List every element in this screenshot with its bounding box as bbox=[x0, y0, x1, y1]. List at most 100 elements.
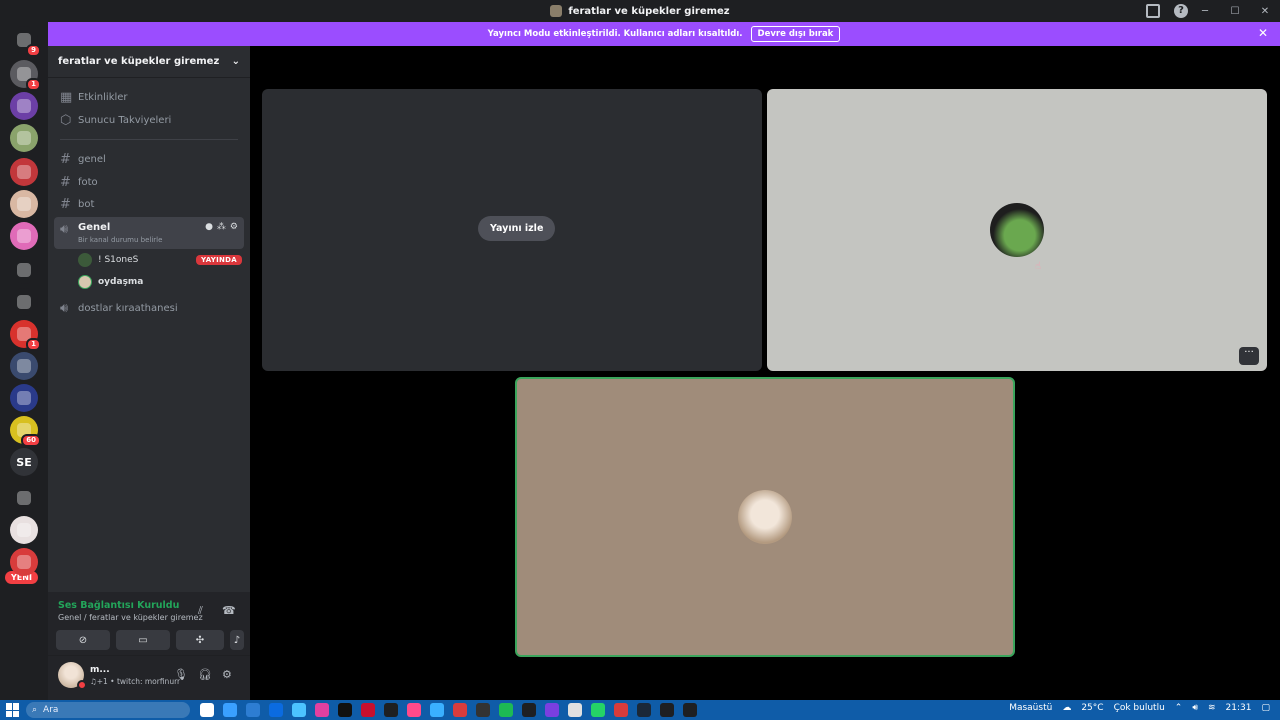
server-header[interactable]: feratlar ve küpekler giremez ⌄ bbox=[48, 46, 250, 78]
weather-temp[interactable]: 25°C bbox=[1081, 703, 1103, 713]
guild-server-9[interactable]: 1 bbox=[10, 320, 41, 351]
noise-suppression-icon[interactable]: ⫽ bbox=[198, 604, 203, 618]
guild-server-6[interactable] bbox=[10, 222, 38, 250]
banner-close-icon[interactable]: ✕ bbox=[1258, 26, 1268, 40]
menu-events[interactable]: ▦ Etkinlikler bbox=[54, 86, 244, 108]
taskbar-app-icon[interactable] bbox=[384, 703, 398, 717]
channel-genel[interactable]: # genel bbox=[54, 148, 244, 170]
screen-share-button[interactable]: ▭ bbox=[116, 630, 170, 650]
guild-server-se[interactable]: SE bbox=[10, 448, 38, 476]
channel-status-input[interactable]: Bir kanal durumu belirle bbox=[78, 236, 162, 244]
activities-button[interactable]: ✣ bbox=[176, 630, 224, 650]
voice-location[interactable]: Genel / feratlar ve küpekler giremez bbox=[58, 613, 203, 622]
wifi-icon[interactable]: ≋ bbox=[1208, 703, 1216, 713]
guild-server-14[interactable] bbox=[10, 484, 38, 512]
watch-stream-button[interactable]: Yayını izle bbox=[478, 216, 556, 241]
guild-server-12[interactable]: 60 bbox=[10, 416, 41, 447]
camera-button[interactable]: ⊘ bbox=[56, 630, 110, 650]
headphones-icon[interactable]: 🎧︎ bbox=[198, 668, 212, 681]
chat-icon[interactable]: ● bbox=[205, 222, 213, 232]
text-channel-icon: # bbox=[60, 174, 71, 190]
guild-server-2[interactable] bbox=[10, 92, 38, 120]
taskbar-app-icon[interactable] bbox=[269, 703, 283, 717]
desktop-label[interactable]: Masaüstü bbox=[1009, 703, 1052, 713]
taskbar-app-icon[interactable] bbox=[683, 703, 697, 717]
voice-status[interactable]: Ses Bağlantısı Kuruldu bbox=[58, 600, 179, 611]
taskbar-app-icon[interactable] bbox=[568, 703, 582, 717]
close-window-button[interactable]: ✕ bbox=[1250, 6, 1280, 17]
voice-channel-dostlar[interactable]: 🔊︎ dostlar kıraathanesi bbox=[54, 297, 244, 319]
taskbar-app-icon[interactable] bbox=[453, 703, 467, 717]
taskbar-app-icon[interactable] bbox=[614, 703, 628, 717]
guild-server-15[interactable] bbox=[10, 516, 38, 544]
channel-label: foto bbox=[78, 176, 98, 188]
boost-icon: ⬡ bbox=[60, 112, 72, 128]
help-icon[interactable]: ? bbox=[1174, 4, 1188, 18]
minimize-button[interactable]: ─ bbox=[1190, 6, 1220, 17]
guild-server-8[interactable] bbox=[10, 288, 38, 316]
disable-streamer-mode-button[interactable]: Devre dışı bırak bbox=[750, 26, 841, 42]
avatar bbox=[78, 275, 92, 289]
taskbar-app-icon[interactable] bbox=[361, 703, 375, 717]
more-options-button[interactable]: ··· bbox=[1239, 347, 1259, 365]
soundboard-button[interactable]: ♪ bbox=[230, 630, 244, 650]
guild-server-11[interactable] bbox=[10, 384, 38, 412]
server-logo-icon bbox=[17, 229, 31, 243]
guild-server-1[interactable]: 1 bbox=[10, 60, 41, 91]
gear-icon[interactable]: ⚙ bbox=[230, 222, 238, 232]
taskbar-app-icon[interactable] bbox=[200, 703, 214, 717]
maximize-button[interactable]: ☐ bbox=[1220, 6, 1250, 17]
voice-user-2[interactable]: oydaşma bbox=[78, 273, 143, 291]
voice-channel-label: Genel bbox=[78, 222, 111, 233]
taskbar-app-icon[interactable] bbox=[292, 703, 306, 717]
voice-user-1[interactable]: ! S1oneS bbox=[78, 251, 138, 269]
taskbar-app-icon[interactable] bbox=[246, 703, 260, 717]
guild-discord-home[interactable]: 9 bbox=[10, 26, 41, 57]
taskbar-app-icon[interactable] bbox=[315, 703, 329, 717]
guild-server-7[interactable] bbox=[10, 256, 38, 284]
taskbar-app-icon[interactable] bbox=[407, 703, 421, 717]
participant-tile-1[interactable]: ☝ ··· bbox=[767, 89, 1267, 371]
taskbar-app-icon[interactable] bbox=[430, 703, 444, 717]
gear-icon[interactable]: ⚙ bbox=[222, 668, 232, 681]
weather-desc[interactable]: Çok bulutlu bbox=[1114, 703, 1165, 713]
volume-icon[interactable]: 🔊︎ bbox=[1192, 703, 1198, 713]
participant-tile-2[interactable] bbox=[515, 377, 1015, 657]
banner-message: Yayıncı Modu etkinleştirildi. Kullanıcı … bbox=[487, 29, 743, 39]
channel-foto[interactable]: # foto bbox=[54, 171, 244, 193]
invite-icon[interactable]: ⁂ bbox=[217, 222, 226, 232]
windows-taskbar: ⌕ Ara Masaüstü ☁ 25°C Çok bulutlu ⌃ 🔊︎ ≋… bbox=[0, 700, 1280, 720]
taskbar-app-icon[interactable] bbox=[338, 703, 352, 717]
clock[interactable]: 21:31 bbox=[1226, 703, 1252, 713]
inbox-icon[interactable] bbox=[1146, 4, 1160, 18]
taskbar-app-icon[interactable] bbox=[591, 703, 605, 717]
guild-server-3[interactable] bbox=[10, 124, 38, 152]
taskbar-app-icon[interactable] bbox=[545, 703, 559, 717]
disconnect-icon[interactable]: ☎ bbox=[222, 604, 236, 617]
chevron-up-icon[interactable]: ⌃ bbox=[1175, 703, 1183, 713]
server-rail: YENİ 9 1 1 60 SE bbox=[0, 22, 48, 700]
channel-bot[interactable]: # bot bbox=[54, 193, 244, 215]
voice-channel-genel[interactable]: 🔊︎ Genel Bir kanal durumu belirle ● ⁂ ⚙ bbox=[54, 217, 244, 249]
window-title: feratlar ve küpekler giremez bbox=[550, 5, 730, 17]
taskbar-app-icon[interactable] bbox=[499, 703, 513, 717]
menu-server-boosts[interactable]: ⬡ Sunucu Takviyeleri bbox=[54, 109, 244, 131]
guild-server-5[interactable] bbox=[10, 190, 38, 218]
taskbar-search[interactable]: ⌕ Ara bbox=[26, 702, 190, 718]
windows-start-icon[interactable] bbox=[6, 703, 20, 717]
channel-label: bot bbox=[78, 198, 95, 210]
guild-server-16[interactable] bbox=[10, 548, 38, 576]
guild-server-4[interactable] bbox=[10, 158, 38, 186]
notification-icon[interactable]: ▢ bbox=[1261, 703, 1270, 713]
user-name[interactable]: m... bbox=[90, 665, 110, 675]
taskbar-app-icon[interactable] bbox=[223, 703, 237, 717]
voice-stage: Yayını izle ☝ ··· bbox=[250, 46, 1280, 700]
taskbar-app-icon[interactable] bbox=[637, 703, 651, 717]
stream-tile[interactable]: Yayını izle bbox=[262, 89, 762, 371]
guild-server-10[interactable] bbox=[10, 352, 38, 380]
microphone-icon[interactable]: 🎙︎ bbox=[174, 668, 188, 681]
taskbar-app-icon[interactable] bbox=[476, 703, 490, 717]
taskbar-app-icon[interactable] bbox=[522, 703, 536, 717]
user-panel: m... ♫+1 • twitch: morfinurr 🎙︎ 🎧︎ ⚙ bbox=[48, 656, 250, 700]
taskbar-app-icon[interactable] bbox=[660, 703, 674, 717]
